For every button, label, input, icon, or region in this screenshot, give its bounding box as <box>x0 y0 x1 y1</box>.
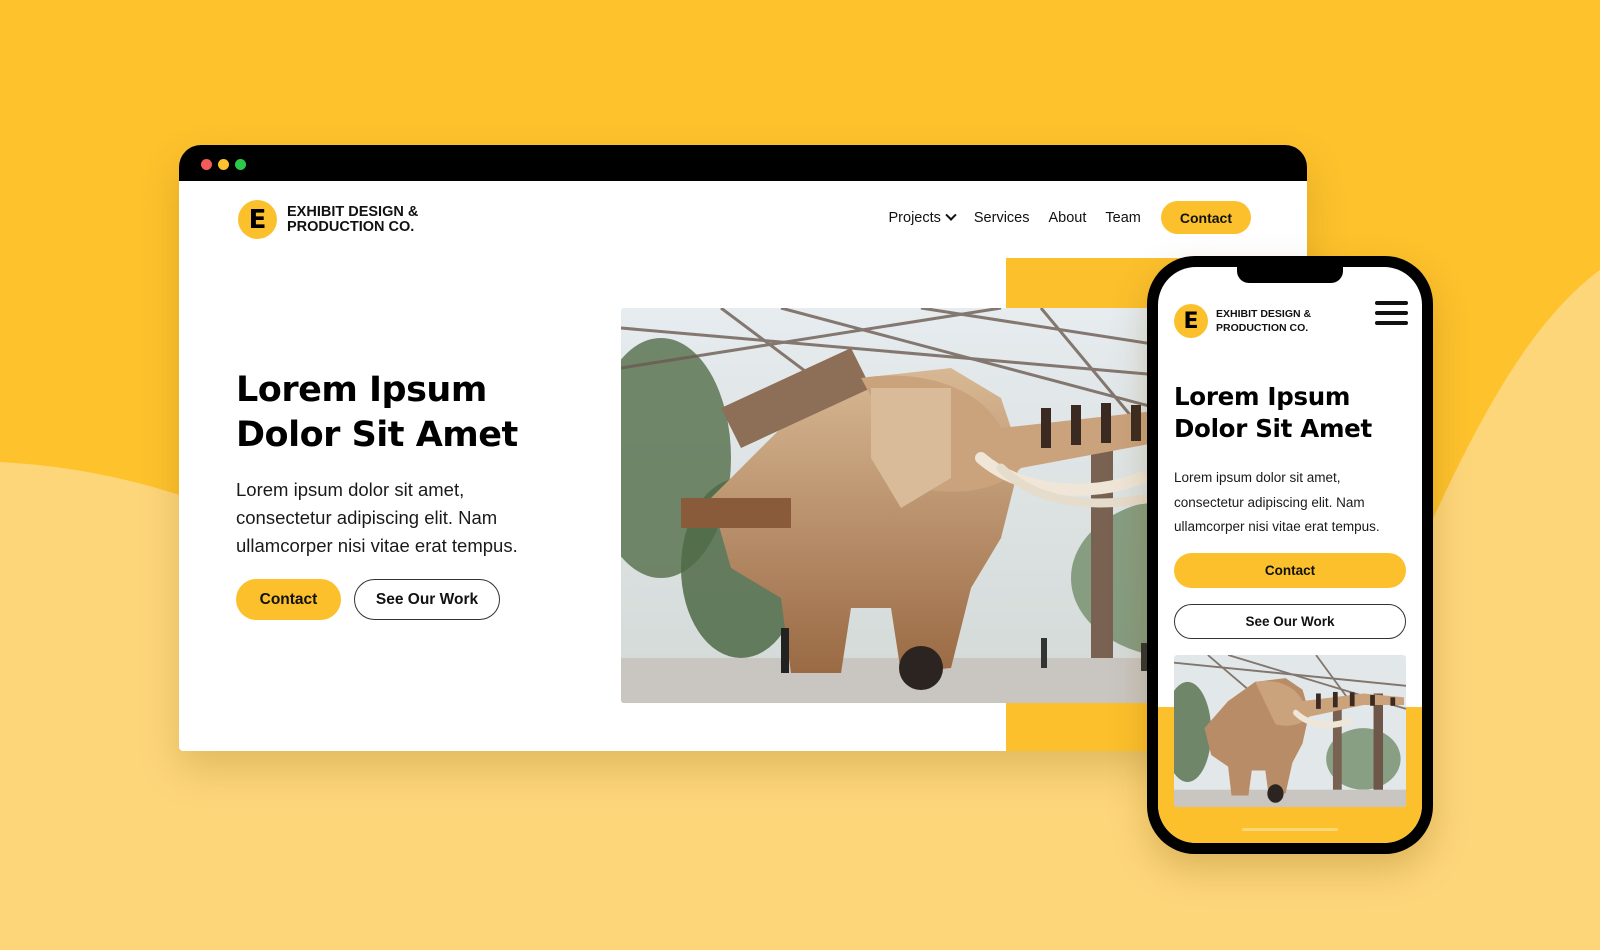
mobile-phone-mockup: E EXHIBIT DESIGN & PRODUCTION CO. Lorem … <box>1147 256 1433 854</box>
mobile-logo-badge-icon: E <box>1174 304 1208 338</box>
main-navigation: Projects Services About Team Contact <box>889 201 1251 234</box>
nav-item-services[interactable]: Services <box>974 210 1030 226</box>
mobile-hero-title: Lorem Ipsum Dolor Sit Amet <box>1174 382 1372 443</box>
hero-description: Lorem ipsum dolor sit amet, consectetur … <box>236 479 518 556</box>
nav-item-about[interactable]: About <box>1049 210 1087 226</box>
phone-notch <box>1237 267 1343 283</box>
mobile-see-our-work-button[interactable]: See Our Work <box>1174 604 1406 639</box>
logo-line-1: EXHIBIT DESIGN & <box>287 204 419 220</box>
nav-contact-button[interactable]: Contact <box>1160 201 1251 234</box>
minimize-window-button[interactable] <box>218 159 229 170</box>
hamburger-menu-icon[interactable] <box>1375 301 1408 325</box>
mobile-elephant-photo-illustration <box>1174 655 1406 807</box>
desktop-browser-window: E EXHIBIT DESIGN & PRODUCTION CO. Projec… <box>179 145 1307 751</box>
close-window-button[interactable] <box>201 159 212 170</box>
logo-badge-icon: E <box>238 200 277 239</box>
logo-text: EXHIBIT DESIGN & PRODUCTION CO. <box>287 204 419 236</box>
nav-item-team[interactable]: Team <box>1105 210 1140 226</box>
see-our-work-button[interactable]: See Our Work <box>354 579 500 620</box>
chevron-down-icon <box>945 209 957 221</box>
mobile-hero-description: Lorem ipsum dolor sit amet, consectetur … <box>1174 470 1380 534</box>
mobile-contact-button[interactable]: Contact <box>1174 553 1406 588</box>
mobile-logo-text: EXHIBIT DESIGN & PRODUCTION CO. <box>1216 308 1312 334</box>
mobile-screen: E EXHIBIT DESIGN & PRODUCTION CO. Lorem … <box>1158 267 1422 843</box>
mobile-hero-image <box>1174 655 1406 807</box>
logo-line-2: PRODUCTION CO. <box>287 219 415 236</box>
nav-item-projects[interactable]: Projects <box>889 209 957 226</box>
home-indicator <box>1242 828 1338 831</box>
maximize-window-button[interactable] <box>235 159 246 170</box>
hero-contact-button[interactable]: Contact <box>236 579 341 620</box>
browser-title-bar <box>179 145 1307 181</box>
hero-title: Lorem Ipsum Dolor Sit Amet <box>236 370 518 455</box>
